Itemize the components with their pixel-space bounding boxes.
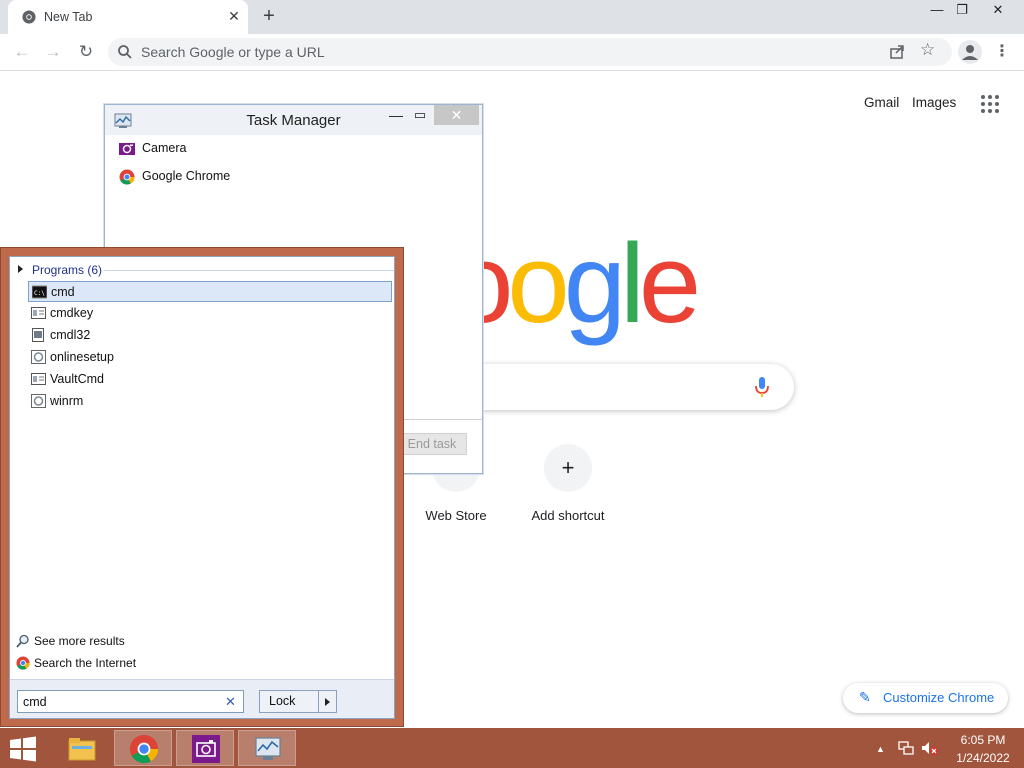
window-close-button[interactable]: ✕ bbox=[983, 0, 1013, 22]
start-search-query: cmd bbox=[23, 695, 47, 709]
program-icon bbox=[31, 394, 46, 408]
result-item-cmd[interactable]: C:\ cmd bbox=[28, 281, 392, 302]
task-row-camera[interactable]: Camera bbox=[119, 139, 459, 159]
result-item-winrm[interactable]: winrm bbox=[28, 391, 392, 412]
taskbar-camera[interactable] bbox=[176, 730, 234, 766]
result-label: cmdkey bbox=[50, 306, 94, 320]
taskbar-chrome[interactable] bbox=[114, 730, 172, 766]
shortcut-label: Add shortcut bbox=[531, 508, 605, 523]
clock-date[interactable]: 1/24/2022 bbox=[948, 751, 1018, 765]
task-row-label: Google Chrome bbox=[142, 169, 231, 183]
browser-toolbar: ← → ↻ Search Google or type a URL ☆ ⋮ bbox=[0, 34, 1024, 71]
magnifier-icon bbox=[16, 634, 29, 648]
group-divider bbox=[104, 270, 394, 271]
forward-button[interactable]: → bbox=[40, 39, 66, 65]
svg-text:C:\: C:\ bbox=[34, 290, 45, 297]
camera-icon bbox=[119, 143, 135, 155]
window-restore-button[interactable]: ❐ bbox=[947, 0, 977, 22]
taskbar-file-explorer[interactable] bbox=[52, 730, 110, 766]
task-manager-close-button[interactable]: ✕ bbox=[434, 105, 479, 125]
start-search-footer: cmd ✕ Lock bbox=[10, 679, 394, 718]
result-label: VaultCmd bbox=[50, 372, 104, 386]
chrome-menu-button[interactable]: ⋮ bbox=[994, 40, 1010, 64]
camera-icon bbox=[192, 735, 220, 763]
task-manager-minimize-button[interactable]: — bbox=[385, 107, 407, 129]
network-icon[interactable] bbox=[898, 740, 914, 756]
shutdown-options-arrow-icon[interactable] bbox=[318, 690, 337, 713]
omnibox[interactable]: Search Google or type a URL ☆ bbox=[108, 38, 952, 66]
task-row-chrome[interactable]: Google Chrome bbox=[119, 167, 459, 187]
task-manager-maximize-button[interactable]: ▭ bbox=[409, 107, 431, 129]
result-item-cmdl32[interactable]: cmdl32 bbox=[28, 325, 392, 346]
result-label: cmdl32 bbox=[50, 328, 91, 342]
program-icon bbox=[32, 328, 44, 342]
start-search-results: Programs (6) C:\ cmd cmdkey cmdl32 onlin… bbox=[9, 256, 395, 719]
see-more-results-link[interactable]: See more results bbox=[16, 633, 316, 651]
expand-arrow-icon bbox=[18, 265, 23, 273]
tab-new-tab[interactable]: New Tab ✕ bbox=[8, 0, 248, 34]
volume-muted-icon[interactable] bbox=[921, 740, 939, 756]
result-label: cmd bbox=[51, 285, 75, 299]
gmail-link[interactable]: Gmail bbox=[864, 95, 899, 110]
bookmark-star-icon[interactable]: ☆ bbox=[920, 40, 935, 60]
cmd-icon: C:\ bbox=[32, 285, 47, 299]
profile-avatar[interactable] bbox=[958, 40, 982, 64]
reload-button[interactable]: ↻ bbox=[73, 39, 99, 65]
chrome-icon bbox=[16, 656, 30, 670]
new-tab-button[interactable]: + bbox=[258, 6, 280, 28]
google-logo-letter: g bbox=[563, 221, 626, 346]
plus-icon: + bbox=[544, 444, 592, 492]
folder-icon bbox=[68, 738, 96, 761]
task-row-label: Camera bbox=[142, 141, 187, 155]
customize-chrome-label: Customize Chrome bbox=[883, 690, 995, 705]
share-icon[interactable] bbox=[888, 43, 906, 61]
search-internet-label: Search the Internet bbox=[34, 656, 137, 670]
tab-title: New Tab bbox=[44, 10, 93, 24]
pencil-icon: ✎ bbox=[859, 689, 871, 705]
start-search-panel: Programs (6) C:\ cmd cmdkey cmdl32 onlin… bbox=[0, 247, 404, 727]
images-link[interactable]: Images bbox=[912, 95, 956, 110]
result-item-vaultcmd[interactable]: VaultCmd bbox=[28, 369, 392, 390]
see-more-results-label: See more results bbox=[34, 634, 125, 648]
google-apps-icon[interactable] bbox=[980, 94, 1000, 114]
program-icon bbox=[31, 373, 46, 385]
taskbar-task-manager[interactable] bbox=[238, 730, 296, 766]
chrome-icon bbox=[119, 169, 135, 185]
google-logo-letter: e bbox=[638, 221, 701, 346]
programs-group-label: Programs (6) bbox=[32, 263, 103, 277]
tab-strip: New Tab ✕ + — ❐ ✕ bbox=[0, 0, 1024, 34]
search-internet-link[interactable]: Search the Internet bbox=[16, 655, 316, 673]
result-item-onlinesetup[interactable]: onlinesetup bbox=[28, 347, 392, 368]
task-manager-titlebar[interactable]: Task Manager — ▭ ✕ bbox=[105, 105, 482, 135]
windows-start-icon[interactable] bbox=[8, 736, 38, 762]
customize-chrome-button[interactable]: ✎ Customize Chrome bbox=[843, 683, 1008, 713]
google-logo-letter: o bbox=[507, 221, 569, 346]
end-task-button[interactable]: End task bbox=[397, 433, 467, 455]
clear-search-icon[interactable]: ✕ bbox=[225, 694, 236, 710]
google-logo-letter: l bbox=[620, 221, 645, 346]
show-hidden-icons-arrow[interactable]: ▲ bbox=[876, 744, 885, 754]
program-icon bbox=[31, 307, 46, 319]
program-icon bbox=[31, 350, 46, 364]
person-icon bbox=[962, 45, 978, 60]
shortcut-label: Web Store bbox=[425, 508, 487, 523]
start-search-input[interactable]: cmd ✕ bbox=[17, 690, 244, 713]
chrome-icon bbox=[129, 734, 159, 764]
back-button[interactable]: ← bbox=[9, 39, 35, 65]
result-item-cmdkey[interactable]: cmdkey bbox=[28, 303, 392, 324]
search-icon bbox=[118, 45, 132, 59]
omnibox-placeholder: Search Google or type a URL bbox=[141, 44, 325, 60]
shortcut-add[interactable]: + Add shortcut bbox=[512, 440, 624, 540]
tab-close-icon[interactable]: ✕ bbox=[225, 7, 243, 25]
lock-button[interactable]: Lock bbox=[259, 690, 319, 713]
chrome-icon bbox=[22, 10, 36, 24]
clock-time[interactable]: 6:05 PM bbox=[948, 733, 1018, 747]
microphone-icon[interactable] bbox=[753, 376, 771, 398]
programs-group-header[interactable]: Programs (6) bbox=[18, 263, 394, 279]
task-manager-icon bbox=[255, 737, 281, 760]
taskbar bbox=[0, 728, 1024, 768]
result-label: winrm bbox=[50, 394, 84, 408]
result-label: onlinesetup bbox=[50, 350, 114, 364]
